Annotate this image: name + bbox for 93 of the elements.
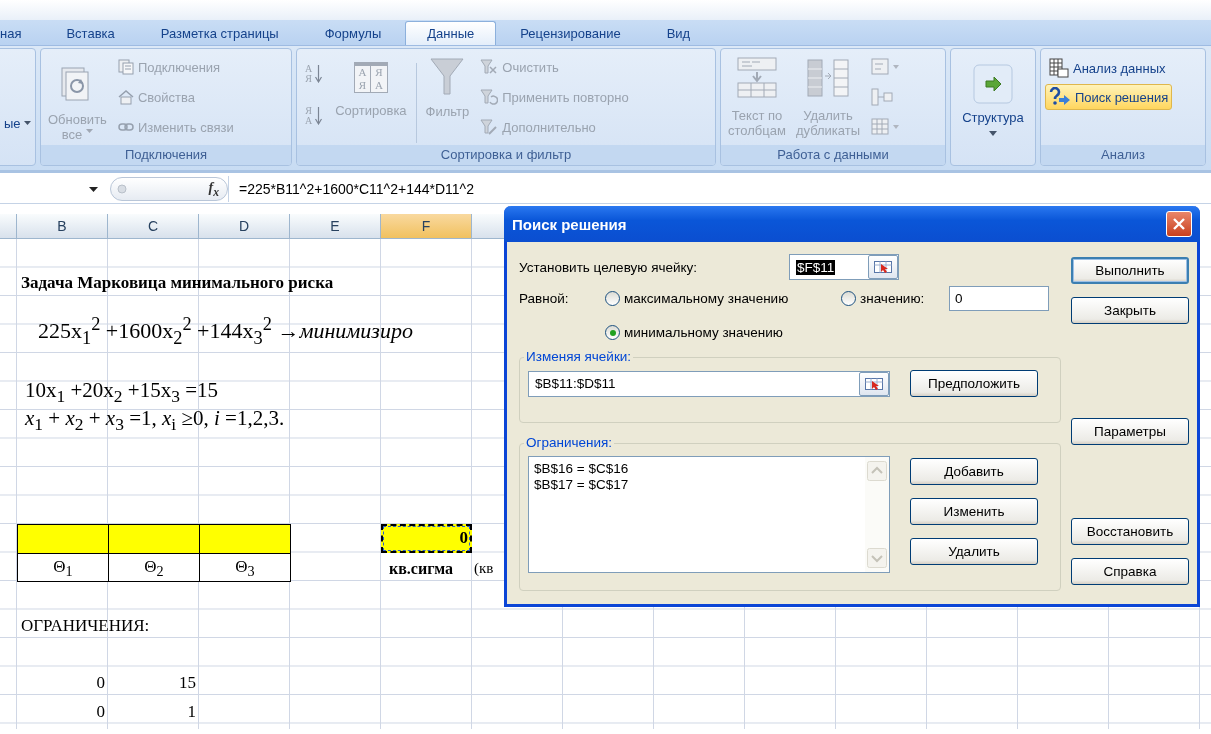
ribbon-tab[interactable]: Вид (644, 21, 713, 45)
range-select-button[interactable] (868, 255, 898, 279)
target-cell-field[interactable]: $F$11 (789, 254, 899, 280)
list-item[interactable]: $B$16 = $C$16 (534, 461, 629, 477)
table-cell-text: ОГРАНИЧЕНИЯ: (20, 616, 150, 637)
caret-icon (89, 186, 98, 192)
dialog-title: Поиск решения (512, 215, 627, 233)
column-header[interactable]: D (199, 214, 290, 239)
dialog-button[interactable]: Изменить (910, 498, 1038, 525)
table-cell-text: (кв (473, 560, 494, 578)
radio-label: минимальному значению (624, 325, 783, 340)
funnel-pencil-icon (480, 118, 499, 136)
radio-label: максимальному значению (624, 290, 789, 306)
caret-icon (86, 128, 94, 133)
ribbon-button[interactable]: Поиск решения (1045, 84, 1173, 110)
table-cell-text: 0 (95, 673, 106, 694)
sheet-title: Задача Марковица минимального риска (20, 273, 334, 294)
column-header[interactable]: F (381, 214, 472, 239)
value-field[interactable]: 0 (949, 285, 1049, 311)
group-label: Сортировка и фильтр (297, 145, 715, 165)
close-button[interactable] (1166, 211, 1192, 237)
dialog-button[interactable]: Параметры (1071, 418, 1189, 445)
radio-button[interactable] (841, 290, 856, 306)
down-arrow-icon (315, 65, 323, 83)
formula-input[interactable]: =225*B11^2+1600*C11^2+144*D11^2 (228, 176, 1211, 202)
table-cell-text: кв.сигма (388, 560, 454, 579)
group-label: Работа с данными (721, 145, 945, 165)
table-cell-text: 15 (178, 673, 197, 694)
range-icon (874, 261, 892, 273)
table-cell: Θ$_{1}$ (17, 552, 109, 582)
down-arrow-icon (315, 107, 323, 125)
columns-icon (804, 56, 852, 100)
table-cell-text: 0 (95, 701, 106, 723)
funnel-refresh-icon (480, 88, 499, 106)
target-cell: 0 (381, 524, 472, 553)
group-legend: Изменяя ячейки: (524, 349, 634, 364)
table-cell-text: 1 (186, 701, 197, 723)
changing-cells-field[interactable]: $B$11:$D$11 (528, 370, 890, 397)
dialog-button[interactable]: Восстановить (1071, 518, 1189, 545)
input-cell[interactable] (199, 524, 291, 554)
table-question-icon (871, 118, 902, 136)
table-cell: Θ$_{3}$ (199, 552, 291, 582)
group-label: Анализ (1041, 145, 1205, 165)
funnel-cross-icon (480, 58, 499, 76)
column-header[interactable]: C (108, 214, 199, 239)
radio-label: значению: (860, 290, 925, 306)
properties-icon (117, 89, 134, 105)
ribbon-tab[interactable]: Рецензирование (498, 21, 643, 45)
close-icon (1172, 217, 1186, 231)
external-data-button[interactable]: ые (1, 109, 34, 137)
table-cell: Θ$_{2}$ (108, 552, 200, 582)
caret-icon (23, 121, 31, 125)
circle-icon (117, 184, 127, 194)
group-label: Подключения (41, 145, 291, 165)
ribbon-tab[interactable]: ная (0, 21, 43, 45)
range-icon (865, 377, 883, 390)
ribbon-tab[interactable]: Формулы (302, 21, 404, 45)
dialog-button[interactable]: Удалить (910, 538, 1038, 565)
funnel-icon (430, 56, 465, 96)
group-legend: Ограничения: (524, 435, 615, 450)
field-label: Равной: (519, 290, 570, 306)
outline-button[interactable]: Структура (959, 61, 1027, 139)
sort-icon: А Я Я А (353, 62, 388, 93)
range-select-button[interactable] (859, 371, 889, 396)
merge-icon (871, 88, 894, 106)
radio-button[interactable] (605, 325, 620, 340)
ribbon-tab[interactable]: Данные (405, 21, 497, 45)
table-icon (1049, 58, 1069, 78)
dialog-button[interactable]: Закрыть (1071, 297, 1189, 324)
ribbon-tab[interactable]: Вставка (44, 21, 137, 45)
input-cell[interactable] (17, 524, 109, 554)
guess-button[interactable]: Предположить (910, 370, 1038, 397)
question-arrow-icon (1049, 87, 1071, 107)
checklist-icon (871, 58, 902, 76)
split-table-icon (734, 56, 779, 100)
dialog-button[interactable]: Выполнить (1071, 257, 1189, 284)
constraints-list[interactable]: $B$16 = $C$16 $B$17 = $C$17 (528, 456, 890, 573)
ribbon-button[interactable]: Анализ данных (1045, 55, 1170, 81)
field-label: Установить целевую ячейку: (519, 259, 699, 275)
caret-icon (989, 131, 997, 136)
constraint-formula: x$_{1}$ + x$_{2}$ + x$_{3}$ =1, x$_{i}$ ≥0, i =1,2,3. (23, 406, 285, 437)
dialog-button[interactable]: Справка (1071, 558, 1189, 585)
column-header[interactable]: B (17, 214, 108, 239)
dialog-button[interactable]: Добавить (910, 458, 1038, 485)
column-header[interactable]: E (290, 214, 381, 239)
list-item[interactable]: $B$17 = $C$17 (534, 477, 629, 493)
connections-icon (117, 59, 134, 75)
objective-formula: 225x$_{1}$$^{2}$ +1600x$_{2}$$^{2}$ +144x$_{3}$$^{2}$ →минимизиро (37, 313, 414, 350)
input-cell[interactable] (108, 524, 200, 554)
ribbon-tab[interactable]: Разметка страницы (138, 21, 301, 45)
insert-function-button[interactable]: f$_{x}$ (206, 179, 221, 199)
radio-button[interactable] (605, 290, 620, 306)
constraint-formula: 10x$_{1}$ +20x$_{2}$ +15x$_{3}$ =15 (24, 377, 219, 408)
